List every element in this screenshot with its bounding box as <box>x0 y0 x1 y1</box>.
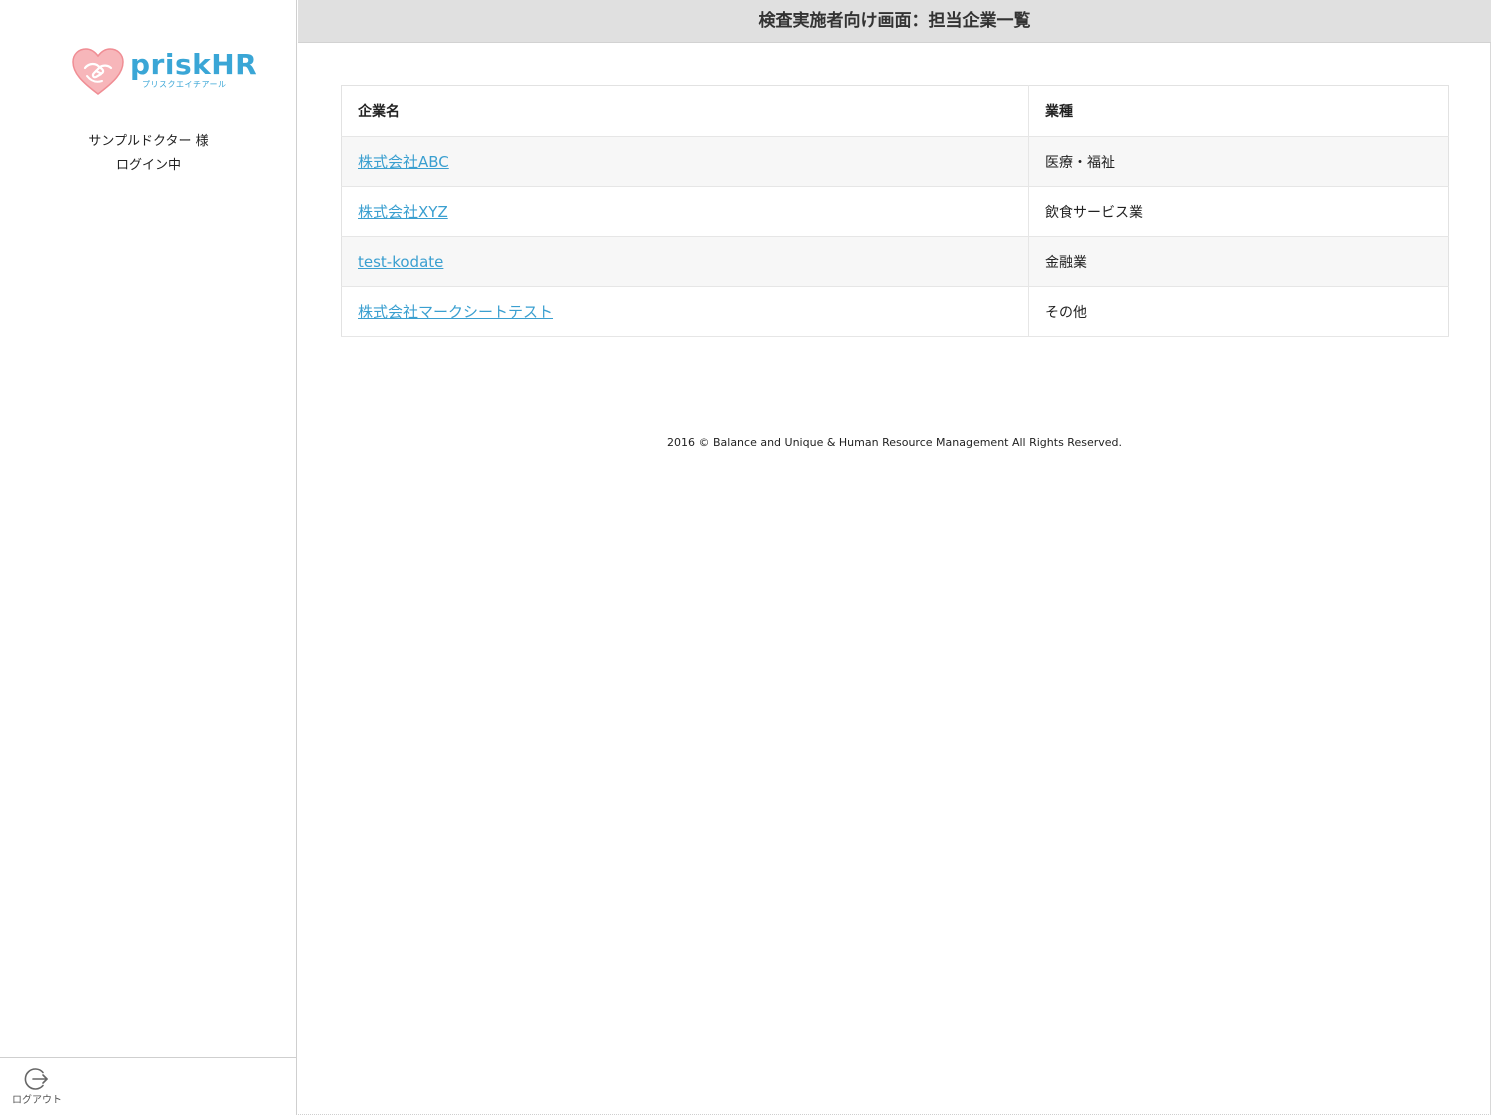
table-row: 株式会社XYZ 飲食サービス業 <box>341 186 1449 237</box>
company-cell: test-kodate <box>341 236 1029 287</box>
company-link[interactable]: test-kodate <box>358 253 443 271</box>
company-table: 企業名 業種 株式会社ABC 医療・福祉 株式会社XYZ 飲食サービス業 tes… <box>341 85 1449 337</box>
company-cell: 株式会社XYZ <box>341 186 1029 237</box>
industry-cell: 金融業 <box>1028 236 1449 287</box>
page-title: 検査実施者向け画面：担当企業一覧 <box>298 0 1491 43</box>
user-name: サンプルドクター 様 <box>88 134 209 149</box>
company-link[interactable]: 株式会社XYZ <box>358 203 448 221</box>
logo-text: priskHR <box>130 48 258 81</box>
industry-cell: その他 <box>1028 286 1449 337</box>
table-row: 株式会社マークシートテスト その他 <box>341 286 1449 337</box>
heart-hands-icon <box>72 48 124 95</box>
logout-button[interactable]: ログアウト <box>8 1066 66 1112</box>
table-row: 株式会社ABC 医療・福祉 <box>341 136 1449 187</box>
logout-icon <box>24 1068 48 1090</box>
industry-cell: 飲食サービス業 <box>1028 186 1449 237</box>
table-header-row: 企業名 業種 <box>341 85 1449 137</box>
main-content: 検査実施者向け画面：担当企業一覧 企業名 業種 株式会社ABC 医療・福祉 株式… <box>298 0 1491 1115</box>
footer-copyright: 2016 © Balance and Unique & Human Resour… <box>666 436 1122 449</box>
sidebar: priskHR プリスクエイチアール サンプルドクター 様 ログイン中 ログアウ… <box>0 0 297 1115</box>
company-cell: 株式会社ABC <box>341 136 1029 187</box>
column-header-industry: 業種 <box>1028 85 1449 137</box>
table-row: test-kodate 金融業 <box>341 236 1449 287</box>
logo-subtext: プリスクエイチアール <box>142 80 227 89</box>
login-status: ログイン中 <box>115 158 181 173</box>
column-header-company: 企業名 <box>341 85 1029 137</box>
app-window: priskHR プリスクエイチアール サンプルドクター 様 ログイン中 ログアウ… <box>0 0 1491 1115</box>
app-logo[interactable]: priskHR プリスクエイチアール <box>72 46 257 96</box>
company-cell: 株式会社マークシートテスト <box>341 286 1029 337</box>
company-link[interactable]: 株式会社ABC <box>358 153 449 171</box>
logout-label: ログアウト <box>12 1095 62 1106</box>
industry-cell: 医療・福祉 <box>1028 136 1449 187</box>
logout-area: ログアウト <box>0 1057 297 1115</box>
company-link[interactable]: 株式会社マークシートテスト <box>358 303 553 321</box>
